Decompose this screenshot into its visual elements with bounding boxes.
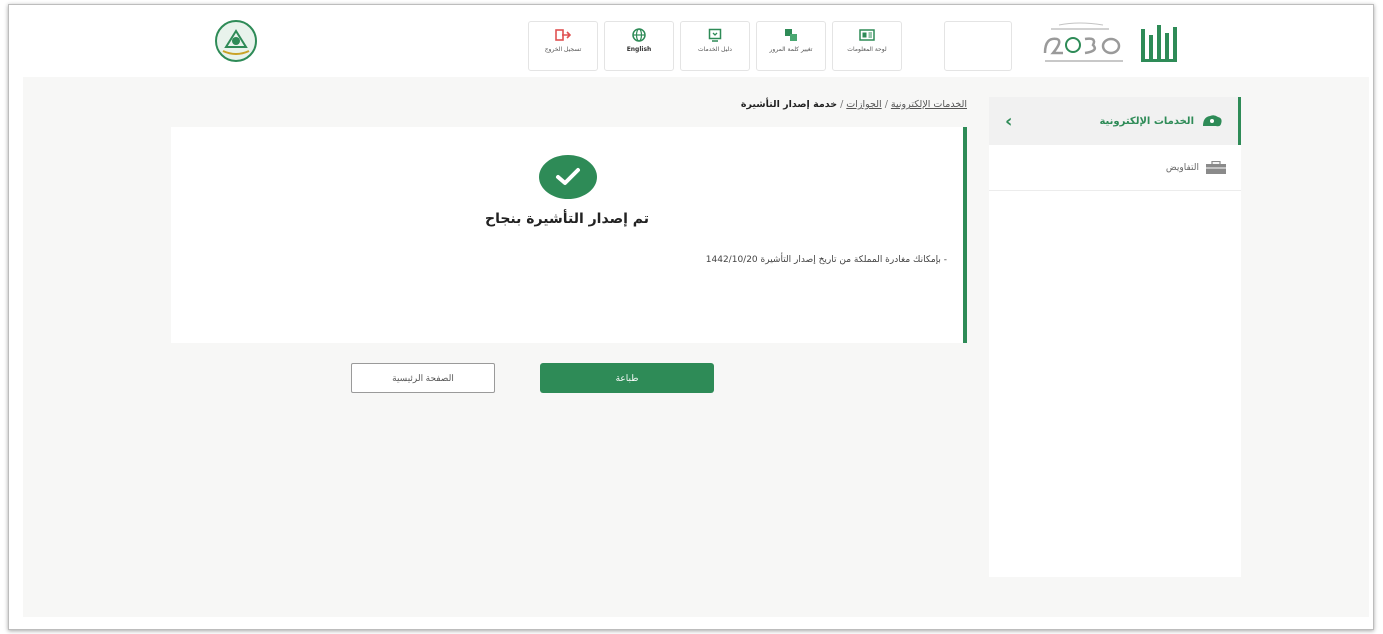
logout-button[interactable]: تسجيل الخروج	[528, 21, 598, 71]
chevron-left-icon: ‹	[1005, 110, 1013, 132]
success-card: تم إصدار التأشيرة بنجاح - بإمكانك مغادرة…	[171, 127, 967, 343]
change-password-button[interactable]: تغيير كلمة المرور	[756, 21, 826, 71]
sidebar-item-title: الخدمات الإلكترونية	[1099, 113, 1224, 129]
eservices-icon	[1203, 115, 1222, 127]
authorizations-icon	[1206, 160, 1226, 174]
breadcrumb: الخدمات الإلكترونية/الجوازات/خدمة إصدار …	[741, 99, 967, 110]
breadcrumb-passports-link[interactable]: الجوازات	[846, 99, 881, 110]
services-guide-label: دليل الخدمات	[698, 46, 732, 53]
home-page-button[interactable]: الصفحة الرئيسية	[351, 363, 495, 393]
success-check-icon	[539, 155, 597, 199]
breadcrumb-eservices-link[interactable]: الخدمات الإلكترونية	[891, 99, 967, 110]
ministry-emblem-icon	[215, 20, 257, 62]
absher-logo-icon	[1141, 25, 1177, 62]
print-button[interactable]: طباعة	[540, 363, 714, 393]
sidebar-item-label: الخدمات الإلكترونية	[1099, 115, 1194, 127]
globe-icon	[630, 27, 648, 43]
sidebar-item-authorizations[interactable]: التفاويض	[989, 145, 1241, 191]
logout-icon	[554, 27, 572, 43]
empty-nav-slot	[944, 21, 1012, 71]
main-content: ‹ الخدمات الإلكترونية التفاويض الخدمات ا…	[23, 77, 1369, 617]
breadcrumb-current: خدمة إصدار التأشيرة	[740, 99, 838, 110]
breadcrumb-separator: /	[884, 99, 888, 110]
language-button[interactable]: English	[604, 21, 674, 71]
password-icon	[782, 27, 800, 43]
sidebar-item-eservices[interactable]: ‹ الخدمات الإلكترونية	[989, 97, 1241, 145]
change-password-label: تغيير كلمة المرور	[769, 46, 813, 53]
success-note: - بإمكانك مغادرة المملكة من تاريخ إصدار …	[705, 255, 947, 265]
vision-2030-logo-icon	[1043, 22, 1123, 62]
guide-icon	[706, 27, 724, 43]
header: تسجيل الخروج English دليل الخدمات تغيير …	[9, 5, 1373, 77]
services-guide-button[interactable]: دليل الخدمات	[680, 21, 750, 71]
language-label: English	[626, 46, 652, 53]
browser-frame: تسجيل الخروج English دليل الخدمات تغيير …	[8, 4, 1374, 630]
dashboard-icon	[858, 27, 876, 43]
dashboard-button[interactable]: لوحة المعلومات	[832, 21, 902, 71]
sidebar-item-label: التفاويض	[1165, 162, 1199, 173]
logout-label: تسجيل الخروج	[544, 46, 582, 53]
success-title: تم إصدار التأشيرة بنجاح	[484, 211, 650, 227]
breadcrumb-separator: /	[840, 99, 844, 110]
sidebar: ‹ الخدمات الإلكترونية التفاويض	[989, 97, 1241, 577]
top-navbar: تسجيل الخروج English دليل الخدمات تغيير …	[528, 21, 1012, 75]
dashboard-label: لوحة المعلومات	[847, 46, 887, 53]
